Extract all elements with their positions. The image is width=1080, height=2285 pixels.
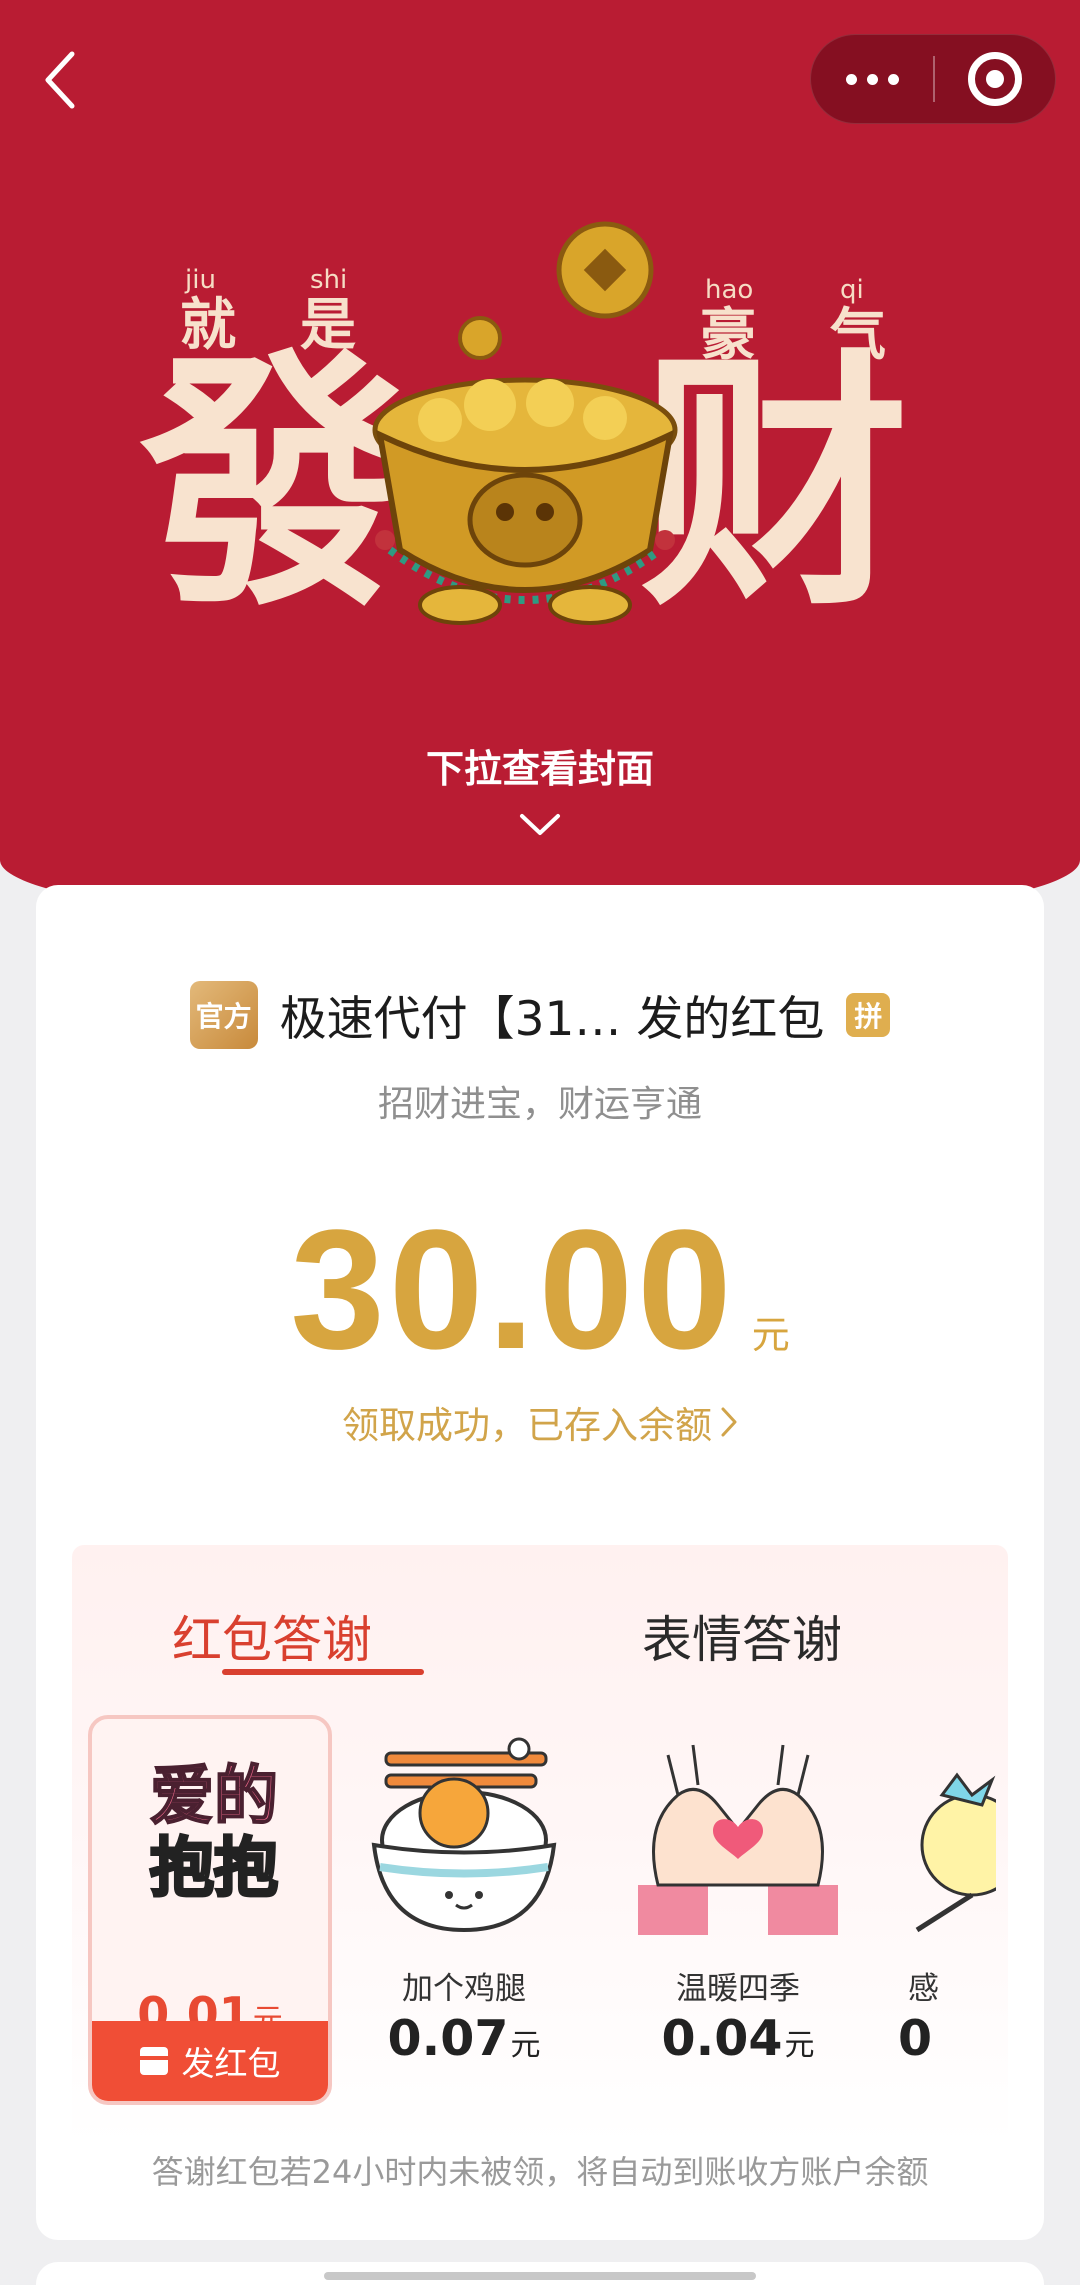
thanks-item-partial[interactable]: 感 0	[890, 1715, 996, 2105]
cover-banner[interactable]: jiu shi hao qi 就 是 豪 气 發 财 下拉查看封面	[0, 0, 1080, 930]
group-badge: 拼	[846, 992, 891, 1037]
chevron-right-icon	[721, 1407, 737, 1437]
pull-down-hint: 下拉查看封面	[425, 747, 654, 791]
sender-row: 官方 极速代付【31… 发的红包 拼	[36, 980, 1044, 1049]
thanks-item-hug[interactable]: 爱的 抱抱 0.01元 发红包	[88, 1715, 332, 2105]
received-text: 领取成功，已存入余额	[342, 1404, 712, 1447]
amount-value: 30.00	[290, 1195, 736, 1385]
close-button[interactable]	[935, 35, 1055, 123]
thanks-item-drumstick[interactable]: 加个鸡腿 0.07元	[342, 1715, 586, 2105]
more-button[interactable]	[811, 35, 933, 123]
thanks-item-list[interactable]: 爱的 抱抱 0.01元 发红包	[72, 1715, 996, 2105]
sticker-partial-icon	[915, 1772, 996, 1933]
thanks-item-name: 加个鸡腿	[402, 1971, 526, 2007]
rice-bowl-icon	[371, 1737, 557, 1933]
tab-red-packet-thanks[interactable]: 红包答谢	[72, 1600, 472, 1672]
thanks-item-price: 0	[898, 2010, 933, 2067]
blessing-text: 招财进宝，财运亨通	[377, 1084, 702, 1125]
home-indicator[interactable]	[324, 2272, 756, 2280]
send-red-packet-button[interactable]: 发红包	[92, 2021, 328, 2101]
more-dots-icon	[845, 73, 857, 85]
thanks-item-warm-seasons[interactable]: 温暖四季 0.04元	[616, 1715, 860, 2105]
cover-artwork: jiu shi hao qi 就 是 豪 气 發 财	[140, 220, 920, 660]
hug-sticker-icon: 爱的 抱抱	[149, 1760, 280, 1907]
thanks-item-price: 0.07元	[387, 2010, 541, 2067]
red-packet-icon	[139, 2047, 168, 2075]
tab-sticker-thanks[interactable]: 表情答谢	[542, 1600, 942, 1672]
amount-unit: 元	[751, 1313, 790, 1357]
heart-hands-icon	[638, 1744, 838, 1935]
amount-row: 30.00 元	[36, 1205, 1044, 1375]
thanks-item-price: 0.04元	[661, 2010, 815, 2067]
chevron-down-icon	[520, 814, 560, 835]
balance-link[interactable]: 领取成功，已存入余额	[36, 1395, 1044, 1449]
sender-name: 极速代付【31… 发的红包	[279, 992, 825, 1047]
thanks-item-name: 温暖四季	[676, 1971, 800, 2007]
official-badge: 官方	[189, 980, 258, 1049]
back-button[interactable]	[30, 45, 90, 115]
thanks-footnote: 答谢红包若24小时内未被领，将自动到账收方账户余额	[151, 2153, 929, 2191]
mini-program-capsule	[810, 34, 1056, 124]
treasure-bowl-icon	[372, 221, 678, 625]
chevron-left-icon	[45, 51, 75, 109]
target-circle-icon	[968, 52, 1022, 106]
thanks-panel: 红包答谢 表情答谢 爱的 抱抱 0.01元 发红包	[72, 1545, 1008, 2145]
red-packet-card: 官方 极速代付【31… 发的红包 拼 招财进宝，财运亨通 30.00 元 领取成…	[36, 885, 1044, 2240]
thanks-item-name: 感	[908, 1971, 939, 2007]
active-tab-indicator	[222, 1669, 424, 1675]
